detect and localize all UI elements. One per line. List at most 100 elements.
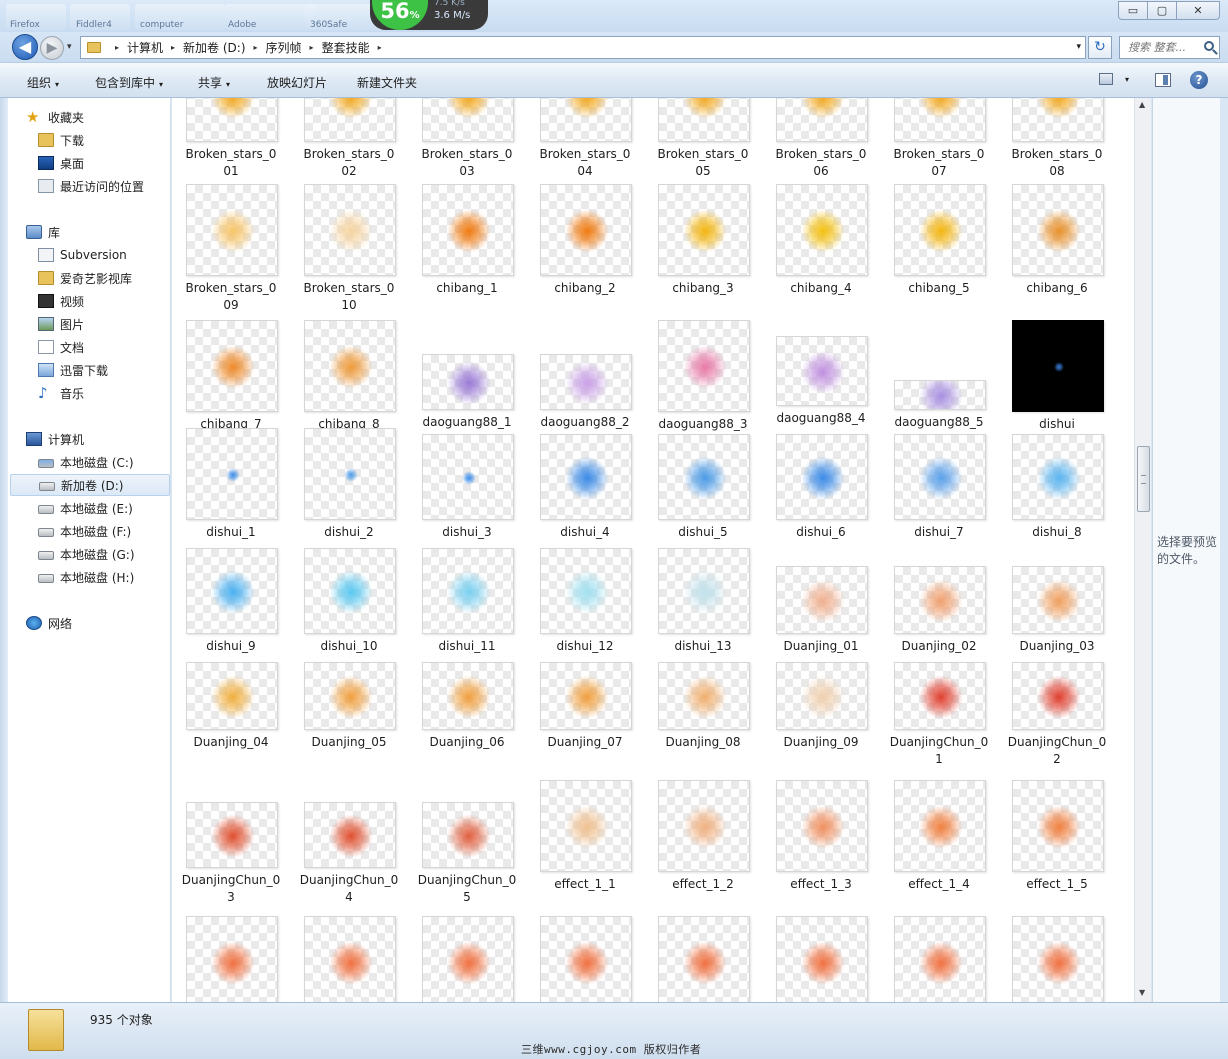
recent-pages-dropdown[interactable]: ▾ [67, 42, 72, 52]
nav-libraries[interactable]: 库 [26, 221, 186, 243]
file-item[interactable]: Duanjing_09 [762, 644, 880, 784]
file-grid[interactable]: Broken_stars_0 01 Broken_stars_0 02 Broken_s… [172, 98, 1134, 1002]
close-button[interactable]: ✕ [1176, 1, 1220, 20]
file-item[interactable]: DuanjingChun_0 4 [290, 780, 408, 920]
file-thumbnail [186, 428, 278, 520]
forward-button[interactable]: ▶ [40, 36, 64, 60]
scroll-down-arrow[interactable]: ▼ [1139, 988, 1145, 997]
file-item[interactable]: Broken_stars_0 09 [172, 184, 290, 324]
back-button[interactable]: ◀ [12, 34, 38, 60]
nav-favorites[interactable]: ★ 收藏夹 [26, 106, 186, 128]
file-item[interactable]: chibang_1 [408, 184, 526, 324]
file-item[interactable] [880, 916, 998, 1002]
file-item[interactable]: Broken_stars_0 01 [172, 98, 290, 190]
address-dropdown[interactable]: ▾ [1076, 42, 1081, 52]
file-item[interactable]: Broken_stars_0 06 [762, 98, 880, 190]
file-name-line: Broken_stars_0 [1011, 147, 1103, 161]
file-name-line: effect_1_1 [554, 877, 616, 891]
subversion-library-icon [38, 248, 54, 262]
file-item[interactable]: Broken_stars_0 08 [998, 98, 1116, 190]
file-thumbnail [776, 434, 868, 520]
organize-menu[interactable]: 组织 ▾ [27, 74, 59, 91]
file-item[interactable] [290, 916, 408, 1002]
breadcrumb-sequence-frames[interactable]: 序列帧 [266, 39, 302, 56]
include-in-library-menu[interactable]: 包含到库中 ▾ [95, 74, 163, 91]
file-item[interactable] [644, 916, 762, 1002]
file-item[interactable]: chibang_3 [644, 184, 762, 324]
file-item[interactable]: effect_1_4 [880, 780, 998, 920]
breadcrumb-computer[interactable]: 计算机 [127, 39, 163, 56]
file-name-line: Broken_stars_0 [185, 147, 277, 161]
change-view-icon[interactable] [1099, 73, 1113, 85]
nav-computer[interactable]: 计算机 [26, 428, 186, 450]
refresh-button[interactable]: ↻ [1088, 36, 1112, 59]
file-item[interactable]: effect_1_3 [762, 780, 880, 920]
file-name: Broken_stars_0 10 [290, 280, 408, 314]
file-name-line: 1 [935, 752, 943, 766]
help-icon[interactable]: ? [1190, 71, 1208, 89]
nav-drive-d[interactable]: 新加卷 (D:) [10, 474, 170, 496]
file-item[interactable]: chibang_4 [762, 184, 880, 324]
file-item[interactable]: Broken_stars_0 03 [408, 98, 526, 190]
file-item[interactable]: chibang_6 [998, 184, 1116, 324]
navigation-pane[interactable]: ★ 收藏夹 下载 桌面 最近访问的位置 库 Subversion 爱奇艺影视库 视… [8, 98, 171, 1002]
file-thumbnail [776, 916, 868, 1002]
file-item[interactable]: Broken_stars_0 10 [290, 184, 408, 324]
file-item[interactable] [526, 916, 644, 1002]
scrollbar-thumb[interactable] [1137, 446, 1150, 512]
breadcrumb-skill-set[interactable]: 整套技能 [322, 39, 370, 56]
file-name: daoguang88_4 [762, 410, 880, 427]
breadcrumb-separator[interactable]: ▸ [171, 43, 175, 52]
file-item[interactable]: Duanjing_05 [290, 644, 408, 784]
search-box[interactable] [1119, 36, 1220, 59]
file-item[interactable]: chibang_2 [526, 184, 644, 324]
file-item[interactable]: Broken_stars_0 02 [290, 98, 408, 190]
minimize-button[interactable]: ▭ [1118, 1, 1148, 20]
nav-network[interactable]: 网络 [26, 612, 186, 634]
file-thumbnail [186, 802, 278, 868]
file-item[interactable]: effect_1_5 [998, 780, 1116, 920]
file-name: chibang_6 [998, 280, 1116, 297]
file-item[interactable]: Duanjing_08 [644, 644, 762, 784]
file-item[interactable] [762, 916, 880, 1002]
maximize-button[interactable]: ▢ [1147, 1, 1177, 20]
file-item[interactable]: chibang_5 [880, 184, 998, 324]
breadcrumb-separator[interactable]: ▸ [254, 43, 258, 52]
file-item[interactable] [998, 916, 1116, 1002]
effect-preview [919, 381, 963, 409]
address-bar[interactable]: ▸ 计算机 ▸ 新加卷 (D:) ▸ 序列帧 ▸ 整套技能 ▸ ▾ [80, 36, 1086, 59]
file-thumbnail [422, 98, 514, 142]
vertical-scrollbar[interactable]: ▲ ▼ [1134, 98, 1151, 1002]
file-item[interactable]: DuanjingChun_0 3 [172, 780, 290, 920]
search-input[interactable] [1128, 37, 1206, 57]
file-item[interactable]: Duanjing_04 [172, 644, 290, 784]
file-item[interactable]: effect_1_2 [644, 780, 762, 920]
file-item[interactable] [408, 916, 526, 1002]
new-folder-button[interactable]: 新建文件夹 [357, 74, 417, 91]
share-menu[interactable]: 共享 ▾ [198, 74, 230, 91]
slideshow-button[interactable]: 放映幻灯片 [267, 74, 327, 91]
file-item[interactable]: DuanjingChun_0 5 [408, 780, 526, 920]
file-name-line: daoguang88_3 [658, 417, 748, 431]
details-pane: 935 个对象 三维www.cgjoy.com 版权归作者 [0, 1002, 1228, 1059]
file-item[interactable]: Broken_stars_0 05 [644, 98, 762, 190]
file-item[interactable]: Duanjing_07 [526, 644, 644, 784]
view-options-dropdown[interactable]: ▾ [1125, 75, 1129, 84]
file-name: Broken_stars_0 03 [408, 146, 526, 180]
preview-placeholder-text: 选择要预览的文件。 [1157, 535, 1218, 566]
computer-icon [26, 432, 42, 446]
file-item[interactable]: Broken_stars_0 07 [880, 98, 998, 190]
scroll-up-arrow[interactable]: ▲ [1139, 100, 1145, 109]
file-item[interactable]: Duanjing_06 [408, 644, 526, 784]
breadcrumb-drive-d[interactable]: 新加卷 (D:) [183, 39, 245, 56]
breadcrumb-separator[interactable]: ▸ [378, 43, 382, 52]
file-item[interactable]: effect_1_1 [526, 780, 644, 920]
preview-pane-icon[interactable] [1155, 73, 1171, 87]
file-item[interactable]: DuanjingChun_0 1 [880, 644, 998, 784]
breadcrumb-separator[interactable]: ▸ [115, 43, 119, 52]
file-item[interactable]: Broken_stars_0 04 [526, 98, 644, 190]
file-item[interactable] [172, 916, 290, 1002]
search-icon[interactable] [1204, 41, 1214, 51]
file-item[interactable]: DuanjingChun_0 2 [998, 644, 1116, 784]
breadcrumb-separator[interactable]: ▸ [310, 43, 314, 52]
